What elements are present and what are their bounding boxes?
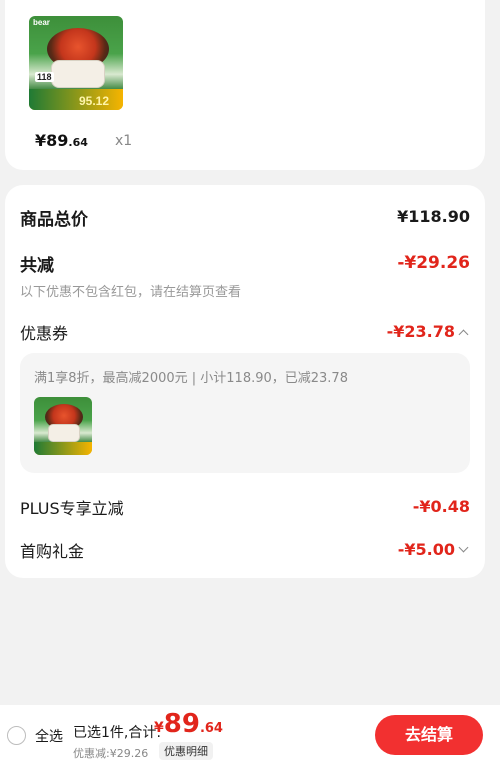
coupon-label: 优惠券 — [20, 324, 69, 343]
coupon-value: -¥23.78 — [386, 322, 455, 341]
bottom-total-price: ¥89.64 — [154, 709, 223, 739]
discount-detail-button[interactable]: 优惠明细 — [159, 742, 213, 760]
selected-summary: 已选1件,合计: — [73, 725, 162, 741]
coupon-detail-text: 满1享8折，最高减2000元 | 小计118.90，已减23.78 — [34, 371, 348, 386]
total-price-value: ¥118.90 — [397, 207, 470, 226]
first-purchase-label: 首购礼金 — [20, 542, 85, 561]
product-price: ¥89.64 — [35, 131, 88, 150]
product-quantity: x1 — [115, 133, 133, 149]
chevron-up-icon — [458, 329, 469, 340]
bottom-discount-text: 优惠减:¥29.26 — [73, 747, 149, 760]
select-all-radio[interactable] — [7, 726, 26, 745]
plus-discount-label: PLUS专享立减 — [20, 499, 124, 518]
first-purchase-toggle[interactable]: -¥5.00 — [397, 540, 469, 559]
coupon-product-image — [34, 397, 92, 455]
select-all-label[interactable]: 全选 — [35, 726, 63, 746]
cart-product-card: bear 118 95.12 ¥89.64 x1 — [5, 0, 485, 170]
product-image[interactable]: bear 118 95.12 — [29, 16, 123, 110]
total-reduce-label: 共减 — [20, 256, 54, 276]
product-brand-logo: bear — [33, 18, 50, 27]
price-summary-card: 商品总价 ¥118.90 共减 -¥29.26 以下优惠不包含红包，请在结算页查… — [5, 185, 485, 578]
chevron-down-icon — [458, 542, 469, 553]
discount-hint: 以下优惠不包含红包，请在结算页查看 — [20, 285, 242, 300]
plus-discount-value: -¥0.48 — [412, 497, 470, 516]
total-price-label: 商品总价 — [20, 210, 88, 230]
checkout-bar: 全选 已选1件,合计: ¥89.64 优惠减:¥29.26 优惠明细 去结算 — [0, 705, 500, 765]
coupon-toggle[interactable]: -¥23.78 — [386, 322, 469, 341]
checkout-button[interactable]: 去结算 — [375, 715, 483, 755]
total-reduce-value: -¥29.26 — [397, 253, 470, 273]
coupon-detail-box: 满1享8折，最高减2000元 | 小计118.90，已减23.78 — [20, 353, 470, 473]
product-promo-price: 95.12 — [79, 94, 110, 108]
first-purchase-value: -¥5.00 — [397, 540, 455, 559]
product-tag-price: 118 — [35, 72, 54, 82]
